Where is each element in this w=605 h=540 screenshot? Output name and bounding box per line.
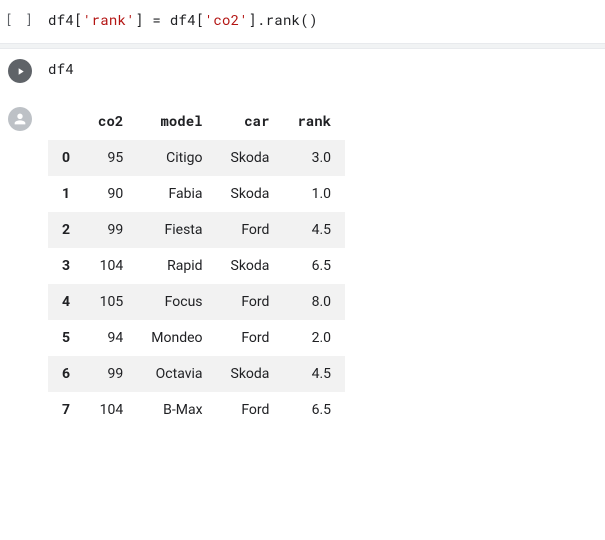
table-row: 190FabiaSkoda1.0 [48,176,345,212]
table-cell: Skoda [217,140,284,176]
table-cell: 99 [84,356,137,392]
table-cell: Fabia [137,176,216,212]
row-index: 2 [48,212,84,248]
table-row: 299FiestaFord4.5 [48,212,345,248]
table-cell: Octavia [137,356,216,392]
table-cell: 95 [84,140,137,176]
table-cell: Ford [217,212,284,248]
table-cell: 3.0 [283,140,345,176]
table-cell: Skoda [217,176,284,212]
table-cell: 2.0 [283,320,345,356]
code-input[interactable]: df4['rank'] = df4['co2'].rank() [40,8,605,31]
table-cell: Skoda [217,356,284,392]
row-index: 0 [48,140,84,176]
table-row: 7104B-MaxFord6.5 [48,392,345,428]
output-gutter [0,101,40,428]
table-cell: 90 [84,176,137,212]
row-index: 5 [48,320,84,356]
user-avatar [8,107,32,131]
table-cell: Rapid [137,248,216,284]
table-cell: Focus [137,284,216,320]
code-line: df4['rank'] = df4['co2'].rank() [48,10,318,29]
table-cell: Ford [217,392,284,428]
table-cell: 6.5 [283,392,345,428]
table-cell: 99 [84,212,137,248]
table-cell: 6.5 [283,248,345,284]
table-cell: Ford [217,284,284,320]
execution-count: [ ] [5,10,34,28]
table-cell: B-Max [137,392,216,428]
table-cell: Skoda [217,248,284,284]
column-header: rank [283,101,345,140]
table-row: 3104RapidSkoda6.5 [48,248,345,284]
output-cell: co2 model car rank 095CitigoSkoda3.0190F… [0,91,605,428]
column-header: car [217,101,284,140]
table-row: 594MondeoFord2.0 [48,320,345,356]
row-index: 6 [48,356,84,392]
table-cell: Ford [217,320,284,356]
person-icon [12,111,28,127]
table-cell: 105 [84,284,137,320]
table-cell: 94 [84,320,137,356]
column-header: co2 [84,101,137,140]
row-index: 3 [48,248,84,284]
table-header-row: co2 model car rank [48,101,345,140]
table-cell: 4.5 [283,212,345,248]
column-header: model [137,101,216,140]
index-header [48,101,84,140]
table-cell: 8.0 [283,284,345,320]
code-input[interactable]: df4 [40,57,605,80]
output-content: co2 model car rank 095CitigoSkoda3.0190F… [40,101,605,428]
run-button[interactable] [8,59,32,83]
table-cell: 4.5 [283,356,345,392]
row-index: 4 [48,284,84,320]
table-cell: 104 [84,392,137,428]
table-row: 095CitigoSkoda3.0 [48,140,345,176]
table-cell: 1.0 [283,176,345,212]
code-line: df4 [48,59,74,78]
cell-gutter [0,57,40,83]
table-cell: Citigo [137,140,216,176]
cell-gutter: [ ] [0,8,40,28]
row-index: 1 [48,176,84,212]
code-cell-1[interactable]: [ ] df4['rank'] = df4['co2'].rank() [0,0,605,39]
table-row: 699OctaviaSkoda4.5 [48,356,345,392]
play-icon [15,66,26,77]
table-cell: 104 [84,248,137,284]
table-row: 4105FocusFord8.0 [48,284,345,320]
table-cell: Fiesta [137,212,216,248]
row-index: 7 [48,392,84,428]
dataframe-table: co2 model car rank 095CitigoSkoda3.0190F… [48,101,345,428]
code-cell-2[interactable]: df4 [0,49,605,91]
table-cell: Mondeo [137,320,216,356]
